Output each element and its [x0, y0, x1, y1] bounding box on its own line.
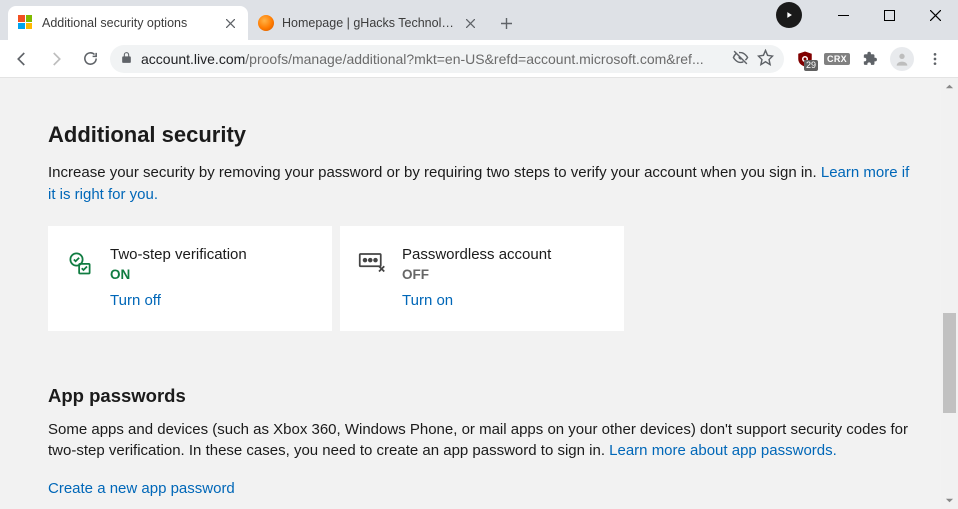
card-two-step-verification: Two-step verification ON Turn off	[48, 226, 332, 331]
nav-reload-button[interactable]	[76, 45, 104, 73]
extensions-puzzle-icon[interactable]	[858, 48, 880, 70]
address-bar[interactable]: account.live.com/proofs/manage/additiona…	[110, 45, 784, 73]
browser-toolbar: account.live.com/proofs/manage/additiona…	[0, 40, 958, 78]
turn-on-link[interactable]: Turn on	[402, 292, 551, 309]
window-minimize-button[interactable]	[820, 0, 866, 30]
card-title: Two-step verification	[110, 246, 247, 263]
nav-forward-button[interactable]	[42, 45, 70, 73]
tab-close-icon[interactable]	[462, 15, 478, 31]
url-text: account.live.com/proofs/manage/additiona…	[141, 51, 724, 67]
learn-more-app-passwords-link[interactable]: Learn more about app passwords.	[609, 442, 837, 459]
card-title: Passwordless account	[402, 246, 551, 263]
browser-tab-active[interactable]: Additional security options	[8, 6, 248, 40]
create-app-password-link[interactable]: Create a new app password	[48, 480, 235, 497]
app-passwords-paragraph: Some apps and devices (such as Xbox 360,…	[48, 419, 910, 463]
ublock-extension-icon[interactable]: 29	[794, 48, 816, 70]
status-off-label: OFF	[402, 267, 551, 282]
new-tab-button[interactable]	[492, 9, 520, 37]
scrollbar-thumb[interactable]	[943, 313, 956, 413]
status-on-label: ON	[110, 267, 247, 282]
intro-paragraph: Increase your security by removing your …	[48, 162, 910, 206]
password-dots-icon	[358, 246, 388, 309]
window-maximize-button[interactable]	[866, 0, 912, 30]
lock-icon	[120, 51, 133, 67]
ublock-count-badge: 29	[804, 60, 818, 71]
microsoft-favicon	[18, 15, 34, 31]
crx-extension-icon[interactable]: CRX	[826, 48, 848, 70]
ghacks-favicon	[258, 15, 274, 31]
scrollbar-track[interactable]	[941, 95, 958, 492]
browser-tab[interactable]: Homepage | gHacks Technology News	[248, 6, 488, 40]
eye-off-icon[interactable]	[732, 49, 749, 69]
tab-title: Additional security options	[42, 16, 214, 30]
scrollbar-down-button[interactable]	[941, 492, 958, 509]
heading-app-passwords: App passwords	[48, 385, 910, 407]
nav-back-button[interactable]	[8, 45, 36, 73]
window-close-button[interactable]	[912, 0, 958, 30]
browser-menu-button[interactable]	[924, 48, 946, 70]
heading-additional-security: Additional security	[48, 122, 910, 148]
profile-avatar[interactable]	[890, 47, 914, 71]
star-icon[interactable]	[757, 49, 774, 69]
scrollbar-up-button[interactable]	[941, 78, 958, 95]
shield-check-icon	[66, 246, 96, 309]
media-control-badge[interactable]	[776, 2, 802, 28]
card-passwordless-account: Passwordless account OFF Turn on	[340, 226, 624, 331]
turn-off-link[interactable]: Turn off	[110, 292, 247, 309]
tab-close-icon[interactable]	[222, 15, 238, 31]
page-viewport: Additional security Increase your securi…	[0, 78, 958, 509]
tab-title: Homepage | gHacks Technology News	[282, 16, 454, 30]
